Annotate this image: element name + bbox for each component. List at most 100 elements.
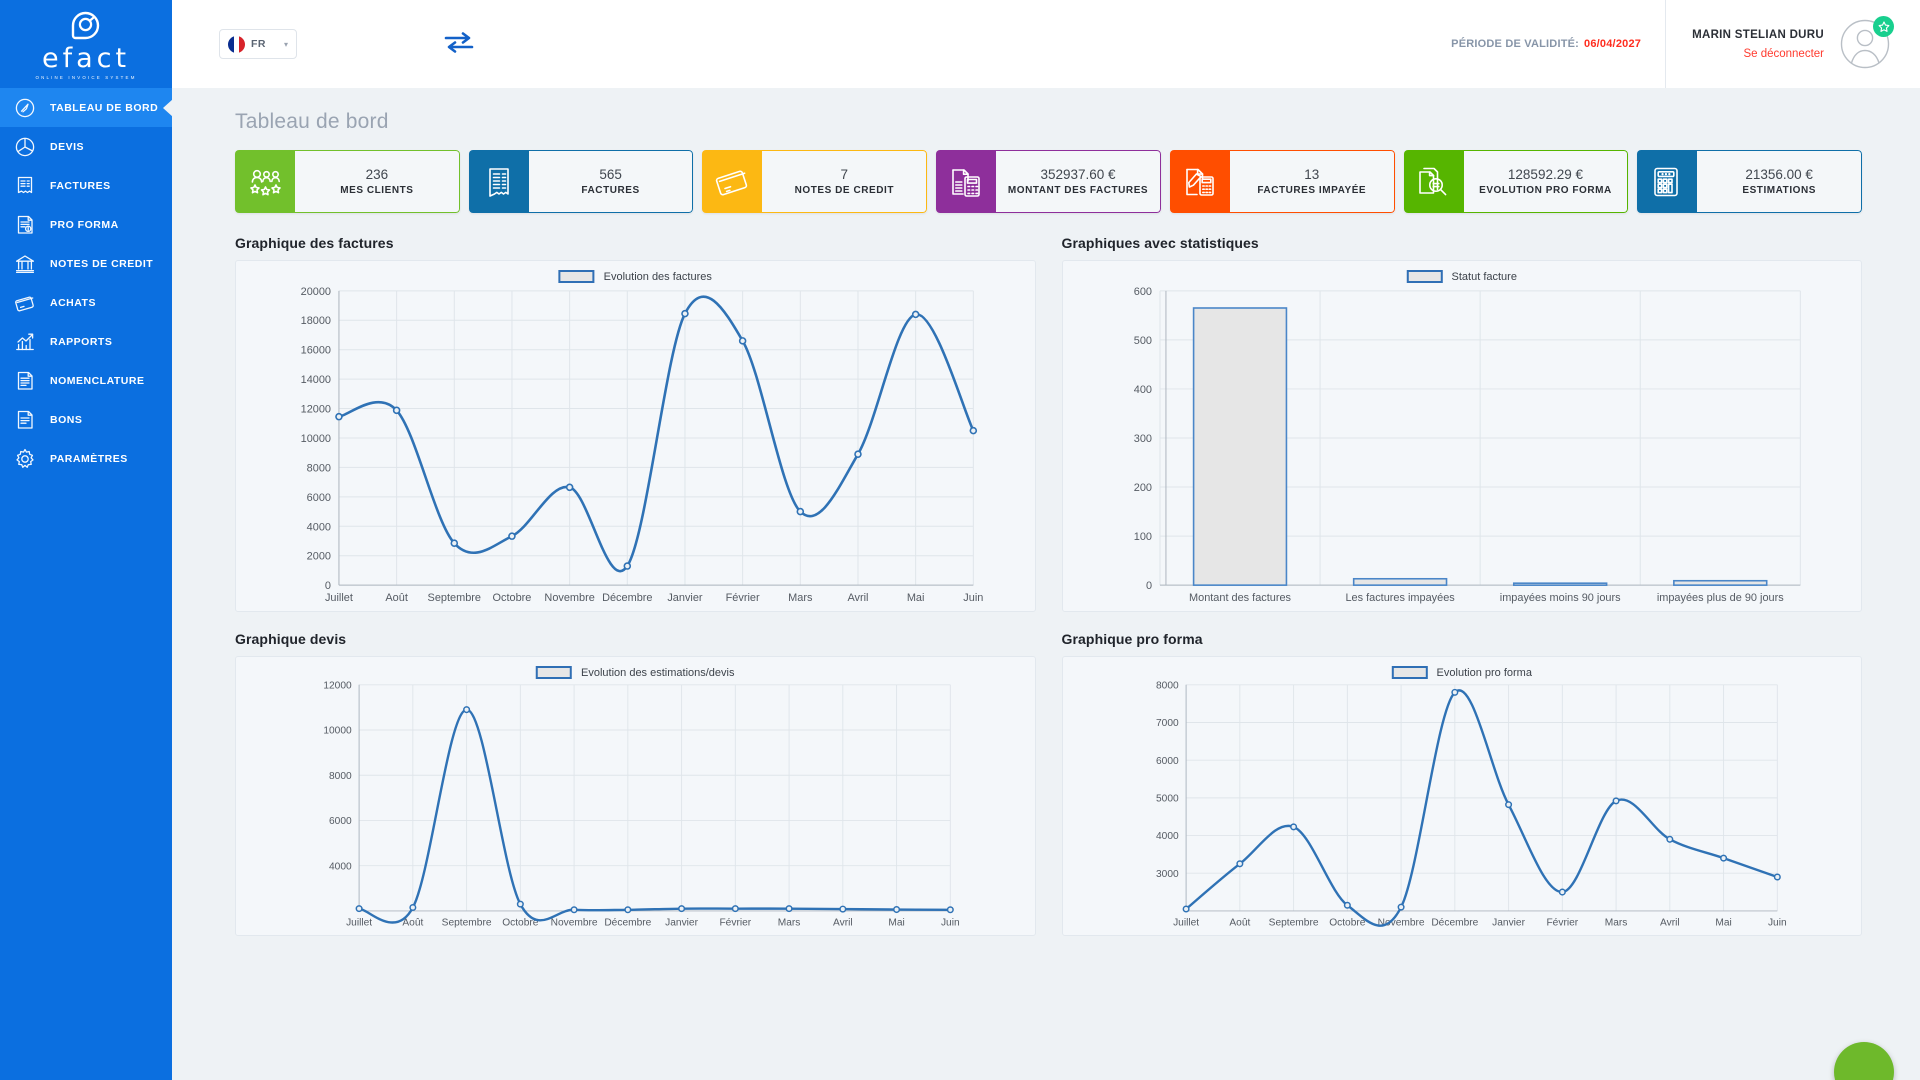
validity-period: PÉRIODE DE VALIDITÉ: 06/04/2027: [1451, 0, 1665, 88]
kpi-card[interactable]: 565 FACTURES: [469, 150, 694, 213]
sidebar-item-notes-de-credit[interactable]: NOTES DE CREDIT: [0, 244, 172, 283]
kpi-card[interactable]: 13 FACTURES IMPAYÉE: [1170, 150, 1395, 213]
svg-text:Juillet: Juillet: [346, 918, 372, 929]
page-title: Tableau de bord: [200, 88, 1892, 150]
sidebar-item-label: DEVIS: [50, 141, 84, 153]
sidebar-item-achats[interactable]: ACHATS: [0, 283, 172, 322]
chart-cell-proforma: Graphique pro forma Evolution pro forma …: [1062, 612, 1863, 936]
sidebar-item-param-tres[interactable]: PARAMÈTRES: [0, 439, 172, 478]
kpi-card[interactable]: 128592.29 € EVOLUTION PRO FORMA: [1404, 150, 1629, 213]
svg-text:100: 100: [1133, 531, 1151, 543]
add-button-icon[interactable]: [1834, 1042, 1894, 1080]
svg-text:4000: 4000: [329, 861, 352, 872]
svg-text:Montant des factures: Montant des factures: [1189, 592, 1292, 604]
sidebar-item-label: FACTURES: [50, 180, 111, 192]
svg-text:Avril: Avril: [1660, 918, 1680, 929]
charts-grid: Graphique des factures Evolution des fac…: [200, 213, 1892, 936]
chart-panel-stats: Statut facture 0100200300400500600Montan…: [1062, 260, 1863, 612]
calculator-icon: [1637, 150, 1697, 213]
svg-text:Avril: Avril: [847, 592, 868, 604]
kpi-card[interactable]: 21356.00 € ESTIMATIONS: [1637, 150, 1862, 213]
sidebar-item-label: TABLEAU DE BORD: [50, 102, 158, 114]
sidebar-nav: TABLEAU DE BORD DEVIS FACTURES PRO FORMA…: [0, 88, 172, 478]
kpi-card[interactable]: 236 MES CLIENTS: [235, 150, 460, 213]
svg-text:3000: 3000: [1156, 869, 1179, 880]
legend-label: Statut facture: [1452, 271, 1517, 283]
svg-text:Les factures impayées: Les factures impayées: [1345, 592, 1455, 604]
sidebar-item-rapports[interactable]: RAPPORTS: [0, 322, 172, 361]
document-calculator-icon: [936, 150, 996, 213]
kpi-label: MES CLIENTS: [340, 185, 413, 196]
kpi-value: 21356.00 €: [1745, 167, 1813, 184]
svg-text:Avril: Avril: [833, 918, 853, 929]
credit-card-icon: [702, 150, 762, 213]
sidebar-item-factures[interactable]: FACTURES: [0, 166, 172, 205]
svg-text:Septembre: Septembre: [442, 918, 492, 929]
chart-legend-quotes: Evolution des estimations/devis: [536, 666, 734, 679]
language-selector[interactable]: FR ▾: [219, 29, 297, 59]
credit-card-icon: [14, 292, 36, 314]
avatar[interactable]: [1840, 19, 1890, 69]
svg-text:10000: 10000: [323, 726, 352, 737]
top-bar: FR ▾ PÉRIODE DE VALIDITÉ: 06/04/2027 MAR…: [172, 0, 1920, 88]
chart-legend-stats: Statut facture: [1407, 270, 1517, 283]
sidebar-item-label: NOMENCLATURE: [50, 375, 144, 387]
svg-text:Février: Février: [1546, 918, 1578, 929]
sidebar-item-devis[interactable]: DEVIS: [0, 127, 172, 166]
svg-text:Mai: Mai: [907, 592, 925, 604]
chart-cell-stats: Graphiques avec statistiques Statut fact…: [1062, 235, 1863, 612]
svg-text:Mai: Mai: [1715, 918, 1731, 929]
svg-text:Février: Février: [719, 918, 751, 929]
validity-label: PÉRIODE DE VALIDITÉ:: [1451, 38, 1579, 50]
svg-text:Décembre: Décembre: [602, 592, 652, 604]
chart-proforma[interactable]: 300040005000600070008000JuilletAoûtSepte…: [1063, 657, 1862, 935]
svg-text:Janvier: Janvier: [1492, 918, 1525, 929]
svg-text:7000: 7000: [1156, 718, 1179, 729]
svg-text:600: 600: [1133, 286, 1151, 298]
kpi-value: 352937.60 €: [1040, 167, 1115, 184]
svg-text:Janvier: Janvier: [667, 592, 703, 604]
kpi-card[interactable]: 7 NOTES DE CREDIT: [702, 150, 927, 213]
sidebar-item-tableau-de-bord[interactable]: TABLEAU DE BORD: [0, 88, 172, 127]
svg-text:impayées moins 90 jours: impayées moins 90 jours: [1499, 592, 1620, 604]
language-label: FR: [251, 38, 266, 50]
chart-title-invoices: Graphique des factures: [235, 235, 1036, 251]
sidebar-item-nomenclature[interactable]: NOMENCLATURE: [0, 361, 172, 400]
svg-text:Novembre: Novembre: [1377, 918, 1424, 929]
svg-text:Août: Août: [1229, 918, 1250, 929]
logout-link[interactable]: Se déconnecter: [1692, 48, 1824, 60]
document-list-icon: [14, 370, 36, 392]
validity-date: 06/04/2027: [1584, 38, 1641, 50]
dashboard-gauge-icon: [14, 97, 36, 119]
svg-text:Août: Août: [385, 592, 407, 604]
svg-text:impayées plus de 90 jours: impayées plus de 90 jours: [1656, 592, 1783, 604]
sidebar-item-label: PARAMÈTRES: [50, 453, 128, 465]
sidebar-item-bons[interactable]: BONS: [0, 400, 172, 439]
gear-icon: [14, 448, 36, 470]
kpi-card[interactable]: 352937.60 € MONTANT DES FACTURES: [936, 150, 1161, 213]
svg-text:8000: 8000: [329, 771, 352, 782]
chart-quotes[interactable]: 4000600080001000012000JuilletAoûtSeptemb…: [236, 657, 1035, 935]
app-logo[interactable]: efact ONLINE INVOICE SYSTEM: [0, 0, 172, 88]
bar-chart-trend-icon: [14, 331, 36, 353]
svg-text:Janvier: Janvier: [665, 918, 698, 929]
star-icon: [1873, 16, 1894, 37]
sidebar-item-label: RAPPORTS: [50, 336, 112, 348]
svg-text:12000: 12000: [301, 404, 331, 416]
svg-text:6000: 6000: [307, 492, 331, 504]
invoice-receipt-icon: [469, 150, 529, 213]
user-name: MARIN STELIAN DURU: [1692, 29, 1824, 41]
topbar-right: PÉRIODE DE VALIDITÉ: 06/04/2027 MARIN ST…: [1451, 0, 1920, 88]
legend-label: Evolution des estimations/devis: [581, 667, 734, 679]
svg-text:8000: 8000: [1156, 681, 1179, 692]
svg-text:6000: 6000: [1156, 756, 1179, 767]
chart-invoices[interactable]: 0200040006000800010000120001400016000180…: [236, 261, 1035, 611]
sidebar-item-pro-forma[interactable]: PRO FORMA: [0, 205, 172, 244]
svg-text:5000: 5000: [1156, 794, 1179, 805]
chart-title-proforma: Graphique pro forma: [1062, 631, 1863, 647]
kpi-value: 7: [841, 167, 849, 184]
svg-text:Octobre: Octobre: [493, 592, 532, 604]
document-dollar-icon: [14, 214, 36, 236]
swap-arrows-icon[interactable]: [444, 31, 474, 58]
chart-stats[interactable]: 0100200300400500600Montant des facturesL…: [1063, 261, 1862, 611]
